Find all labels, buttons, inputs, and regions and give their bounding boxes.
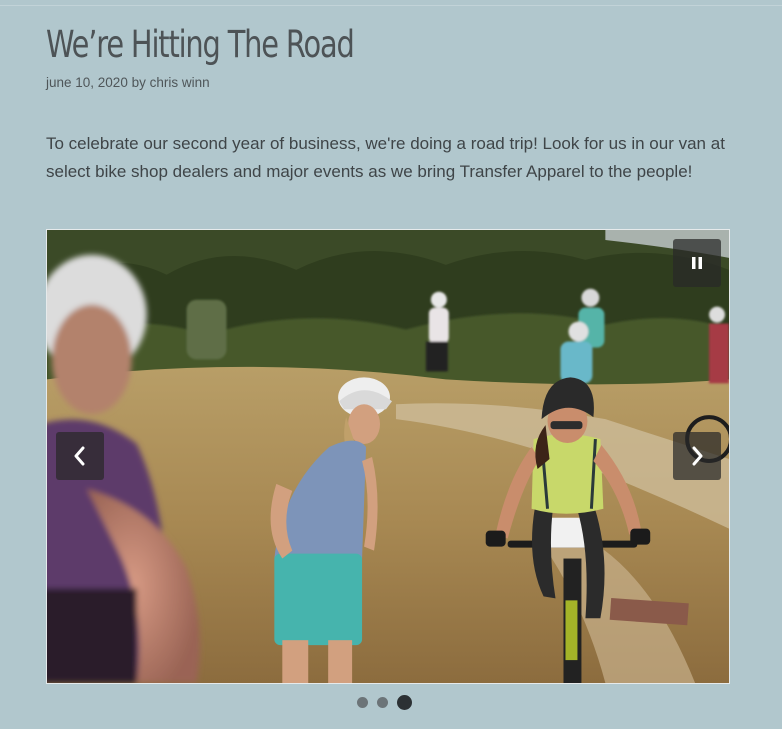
chevron-left-icon [74,446,85,466]
slider-dot-3[interactable] [397,694,412,710]
slide-photo [47,230,729,683]
slider-dot-2[interactable] [377,696,388,708]
slider-dot-1[interactable] [357,696,368,708]
post-intro: To celebrate our second year of business… [46,134,725,181]
post-date[interactable]: june 10, 2020 [46,75,128,90]
chevron-right-icon [692,446,703,466]
image-slider[interactable] [46,229,730,684]
post-author: by chris winn [131,75,210,90]
top-divider [0,5,782,6]
slider-next-button[interactable] [673,432,721,480]
post-title: We’re Hitting The Road [46,23,355,66]
slider-prev-button[interactable] [56,432,104,480]
slider-pagination [357,694,412,710]
slider-pause-button[interactable] [673,239,721,287]
post-meta: june 10, 2020 by chris winn [46,74,210,92]
pause-icon [692,257,702,269]
